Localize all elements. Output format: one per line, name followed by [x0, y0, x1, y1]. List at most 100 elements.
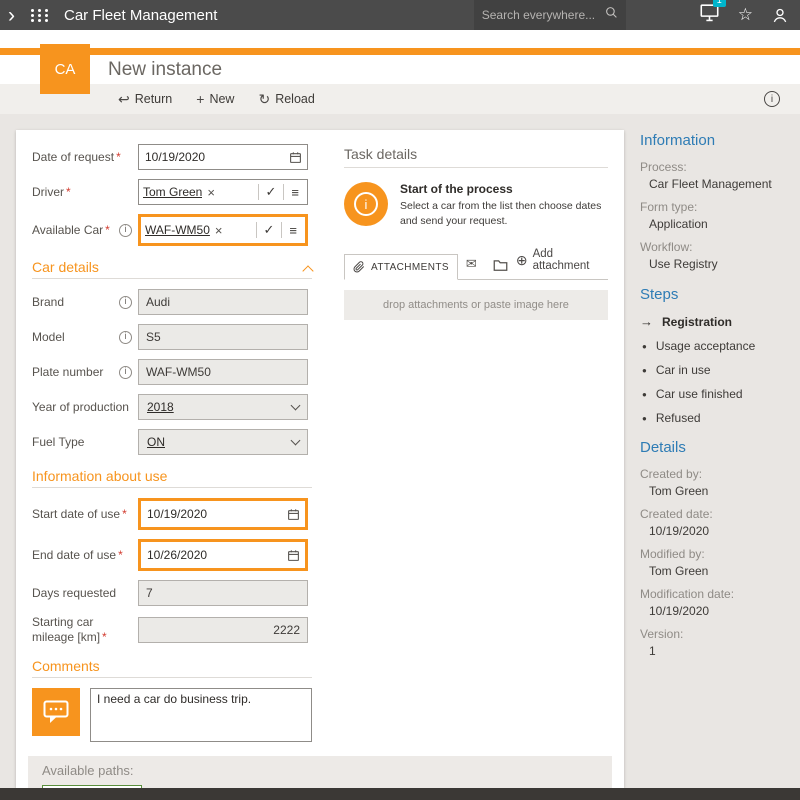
step-info-title: Start of the process — [400, 182, 608, 196]
search-input[interactable] — [482, 8, 605, 22]
highlight-border: WAF-WM50 × ✓ ≡ — [138, 214, 308, 246]
expand-nav-icon[interactable]: › — [8, 5, 15, 26]
field-brand: Brand i Audi — [32, 289, 312, 315]
field-days-requested: Days requested 7 — [32, 580, 312, 606]
paperclip-icon — [353, 261, 365, 273]
collapse-section-icon[interactable] — [302, 265, 313, 276]
available-car-picker[interactable]: WAF-WM50 × ✓ ≡ — [141, 217, 305, 243]
form-card: Date of request* Driver* Tom Green × — [16, 130, 624, 788]
detail-created-date: Created date: 10/19/2020 — [640, 507, 790, 538]
step-info-block: i Start of the process Select a car from… — [344, 182, 608, 228]
step-bullet-icon: ● — [640, 390, 647, 399]
comments-textarea[interactable]: I need a car do business trip. — [90, 688, 312, 742]
detail-modification-date: Modification date: 10/19/2020 — [640, 587, 790, 618]
fuel-type-select[interactable]: ON — [138, 429, 308, 455]
instance-header: New instance ↩ Return + New ↻ Reload i C… — [0, 30, 800, 114]
reload-button[interactable]: ↻ Reload — [258, 92, 314, 106]
apps-grid-icon[interactable] — [31, 9, 50, 22]
brand-value: Audi — [138, 289, 308, 315]
notification-badge: 1 — [713, 0, 726, 7]
global-search[interactable] — [474, 0, 626, 30]
field-end-date: End date of use* — [32, 539, 312, 571]
page-title: New instance — [108, 59, 222, 81]
form-left-column: Date of request* Driver* Tom Green × — [32, 144, 312, 742]
end-date-input[interactable] — [141, 542, 305, 568]
section-car-details: Car details — [32, 259, 312, 279]
date-of-request-input[interactable] — [138, 144, 308, 170]
profile-button[interactable] — [772, 7, 788, 24]
field-date-of-request: Date of request* — [32, 144, 312, 170]
step-info-icon: i — [344, 182, 388, 226]
bottom-bar — [0, 788, 800, 800]
highlight-border — [138, 498, 308, 530]
field-starting-mileage: Starting car mileage [km]* 2222 — [32, 615, 312, 645]
info-process: Process: Car Fleet Management — [640, 160, 790, 191]
info-icon[interactable]: i — [764, 91, 780, 107]
tab-attachments[interactable]: ATTACHMENTS — [344, 254, 458, 280]
available-paths-label: Available paths: — [42, 763, 598, 778]
car-chip-link[interactable]: WAF-WM50 — [145, 223, 210, 237]
section-comments: Comments — [32, 658, 312, 678]
return-icon: ↩ — [118, 92, 130, 106]
chevron-down-icon — [291, 436, 301, 446]
info-workflow: Workflow: Use Registry — [640, 240, 790, 271]
mileage-value: 2222 — [138, 617, 308, 643]
end-date-value[interactable] — [141, 548, 281, 562]
comment-bubble-icon — [32, 688, 80, 736]
add-attachment-button[interactable]: ⊕ Add attachment — [516, 248, 608, 279]
new-button[interactable]: + New — [196, 92, 234, 106]
step-car-in-use: ● Car in use — [640, 363, 790, 377]
field-available-car: Available Car* i WAF-WM50 × ✓ ≡ — [32, 214, 312, 246]
remove-car-icon[interactable]: × — [215, 223, 223, 238]
detail-created-by: Created by: Tom Green — [640, 467, 790, 498]
car-list-icon[interactable]: ≡ — [285, 223, 301, 238]
step-bullet-icon: ● — [640, 414, 647, 423]
detail-version: Version: 1 — [640, 627, 790, 658]
folder-icon — [493, 259, 508, 272]
attachments-tabs: ATTACHMENTS ✉ ⊕ Add attachment — [344, 248, 608, 280]
car-chip: WAF-WM50 × — [145, 223, 253, 238]
confirm-driver-icon[interactable]: ✓ — [262, 184, 281, 200]
information-heading: Information — [640, 132, 790, 149]
tab-related-files[interactable] — [485, 253, 516, 279]
calendar-icon[interactable] — [281, 542, 305, 568]
driver-chip-link[interactable]: Tom Green — [143, 185, 202, 199]
favorites-star-icon[interactable]: ☆ — [738, 5, 753, 25]
main-area: Date of request* Driver* Tom Green × — [0, 114, 800, 788]
start-date-input[interactable] — [141, 501, 305, 527]
step-usage-acceptance: ● Usage acceptance — [640, 339, 790, 353]
comments-field: I need a car do business trip. — [32, 688, 312, 742]
return-button[interactable]: ↩ Return — [118, 92, 172, 106]
form-toolbar: ↩ Return + New ↻ Reload i — [0, 84, 800, 114]
available-car-info-icon[interactable]: i — [119, 224, 132, 237]
date-of-request-value[interactable] — [139, 150, 283, 164]
top-bar: › Car Fleet Management 1 ☆ — [0, 0, 800, 30]
field-fuel-type: Fuel Type ON — [32, 429, 312, 455]
calendar-icon[interactable] — [281, 501, 305, 527]
year-select[interactable]: 2018 — [138, 394, 308, 420]
notifications-button[interactable]: 1 — [700, 4, 719, 27]
details-heading: Details — [640, 439, 790, 456]
section-information-about-use: Information about use — [32, 468, 312, 488]
plate-value: WAF-WM50 — [138, 359, 308, 385]
step-info-description: Select a car from the list then choose d… — [400, 199, 608, 228]
instance-avatar: CA — [40, 44, 90, 94]
driver-list-icon[interactable]: ≡ — [287, 185, 303, 200]
calendar-icon[interactable] — [283, 145, 307, 169]
remove-driver-icon[interactable]: × — [207, 185, 215, 200]
brand-info-icon[interactable]: i — [119, 296, 132, 309]
search-icon[interactable] — [605, 6, 618, 24]
confirm-car-icon[interactable]: ✓ — [260, 222, 279, 238]
model-info-icon[interactable]: i — [119, 331, 132, 344]
task-details-column: Task details i Start of the process Sele… — [344, 144, 608, 742]
step-registration: → Registration — [640, 314, 790, 329]
attachments-dropzone[interactable]: drop attachments or paste image here — [344, 290, 608, 320]
start-date-value[interactable] — [141, 507, 281, 521]
field-driver: Driver* Tom Green × ✓ ≡ — [32, 179, 312, 205]
plate-info-icon[interactable]: i — [119, 366, 132, 379]
envelope-icon: ✉ — [466, 256, 477, 272]
driver-picker[interactable]: Tom Green × ✓ ≡ — [138, 179, 308, 205]
reload-icon: ↻ — [258, 92, 270, 106]
accent-bar — [0, 48, 800, 55]
tab-emails[interactable]: ✉ — [458, 250, 485, 279]
